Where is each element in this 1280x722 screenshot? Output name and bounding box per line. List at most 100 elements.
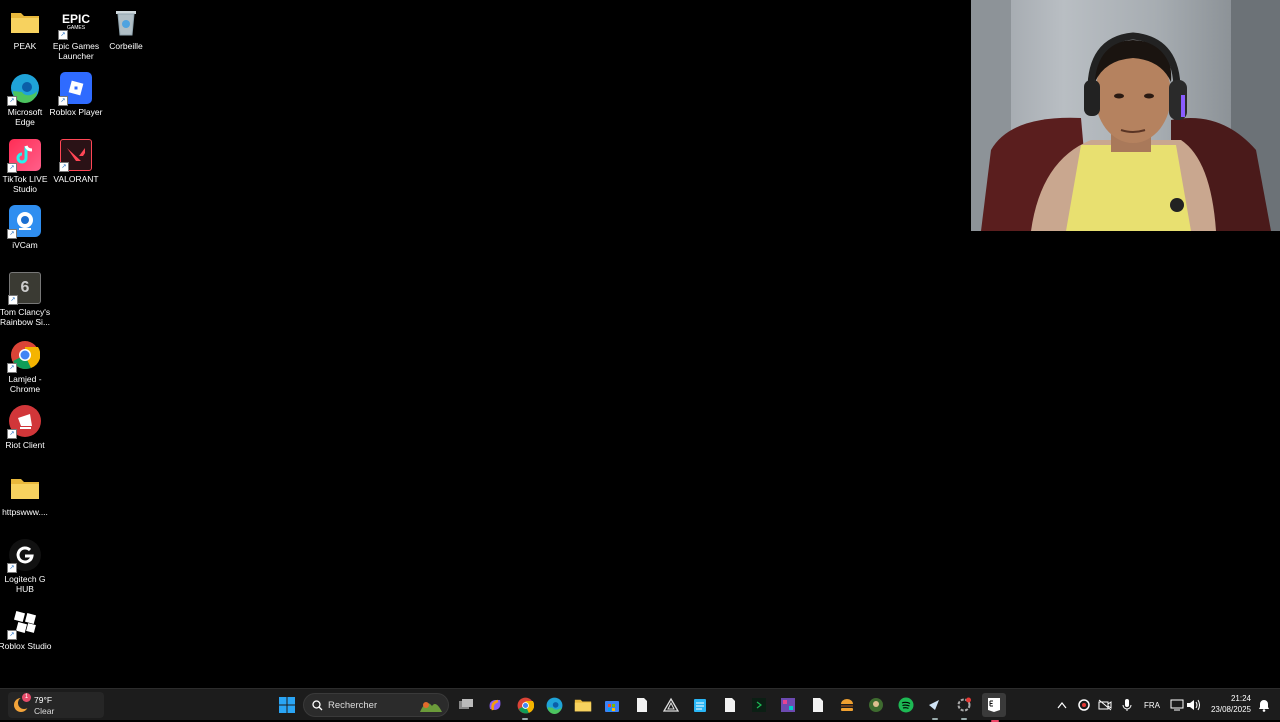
desktop-icon-label: Roblox Studio — [0, 641, 52, 651]
network-icon — [1170, 699, 1184, 711]
roblox-player-icon: ↗ — [58, 72, 92, 106]
shortcut-arrow-icon: ↗ — [7, 630, 17, 640]
tiktok-icon: ↗ — [7, 139, 41, 173]
tray-volume[interactable] — [1183, 695, 1203, 715]
desktop-icon-label: TikTok LIVE Studio — [2, 174, 48, 194]
desktop-icon-riot-client[interactable]: ↗ Riot Client — [0, 405, 50, 450]
desktop-icon-rainbow-six[interactable]: 6 ↗ Tom Clancy's Rainbow Si... — [0, 272, 50, 327]
copilot-icon — [489, 699, 501, 711]
desktop-icon-ivcam[interactable]: ↗ iVCam — [0, 205, 50, 250]
valorant-icon: ↗ — [59, 139, 92, 172]
taskbar-file-3[interactable] — [808, 695, 828, 715]
desktop-icon-label: Corbeille — [109, 41, 143, 51]
taskbar-file-2[interactable] — [720, 695, 740, 715]
shortcut-arrow-icon: ↗ — [7, 163, 17, 173]
shortcut-arrow-icon: ↗ — [7, 229, 17, 239]
tray-clock[interactable]: 21:24 23/08/2025 — [1205, 693, 1255, 717]
epic-games-icon — [988, 698, 1000, 712]
character-app-icon — [869, 698, 883, 712]
desktop-icon-httpswww[interactable]: httpswww.... — [0, 472, 50, 517]
settings-gear-icon — [957, 697, 971, 712]
epic-games-icon: EPIC GAMES ↗ — [58, 6, 92, 40]
ivcam-icon: ↗ — [7, 205, 41, 239]
microphone-icon — [1122, 699, 1132, 711]
edge-icon — [546, 697, 562, 714]
notifications-button[interactable] — [1254, 695, 1274, 715]
terminal-icon — [752, 698, 766, 712]
edge-icon: ↗ — [7, 72, 41, 106]
chrome-icon — [517, 697, 534, 713]
taskbar-terminal[interactable] — [749, 695, 769, 715]
task-view-icon — [459, 699, 473, 709]
spotify-icon — [898, 697, 914, 713]
search-icon — [312, 700, 323, 711]
taskbar-spotify[interactable] — [896, 695, 916, 715]
volume-icon — [1187, 699, 1200, 711]
taskbar-app-triangle[interactable] — [661, 695, 681, 715]
desktop-icon-label: Logitech G HUB — [4, 574, 46, 594]
steam-icon — [929, 700, 939, 710]
document-icon — [725, 698, 735, 712]
tray-riot-icon[interactable] — [1074, 695, 1094, 715]
desktop-icon-valorant[interactable]: ↗ VALORANT — [51, 139, 101, 184]
document-icon — [813, 698, 823, 712]
webcam-overlay — [971, 0, 1280, 231]
desktop-icon-roblox-player[interactable]: ↗ Roblox Player — [50, 72, 102, 117]
chevron-up-icon — [1057, 702, 1067, 709]
desktop-icon-edge[interactable]: ↗ Microsoft Edge — [0, 72, 50, 127]
weather-condition: Clear — [34, 706, 55, 716]
taskbar-notepad[interactable] — [690, 695, 710, 715]
rainbow-six-icon: 6 ↗ — [8, 272, 41, 305]
taskbar-file-explorer[interactable] — [573, 695, 593, 715]
shortcut-arrow-icon: ↗ — [7, 96, 17, 106]
bell-icon — [1259, 699, 1269, 712]
tray-date: 23/08/2025 — [1210, 705, 1251, 714]
desktop-icon-tiktok-live-studio[interactable]: ↗ TikTok LIVE Studio — [0, 139, 50, 194]
taskbar-edge[interactable] — [544, 695, 564, 715]
taskbar-steam[interactable] — [925, 695, 945, 720]
desktop-icon-label: Lamjed - Chrome — [8, 374, 42, 394]
desktop-icon-epic-games[interactable]: EPIC GAMES ↗ Epic Games Launcher — [51, 6, 101, 61]
shortcut-arrow-icon: ↗ — [59, 162, 69, 172]
search-box[interactable]: Rechercher — [303, 693, 449, 717]
desktop-icon-label: Microsoft Edge — [7, 107, 43, 127]
shortcut-arrow-icon: ↗ — [7, 563, 17, 573]
folder-icon — [574, 699, 592, 712]
start-button[interactable] — [277, 695, 297, 715]
shortcut-arrow-icon: ↗ — [7, 363, 17, 373]
taskbar-chrome[interactable] — [515, 695, 535, 720]
taskbar-riot-client[interactable] — [954, 695, 974, 720]
taskbar-epic-games[interactable] — [982, 693, 1006, 722]
desktop-icon-corbeille[interactable]: Corbeille — [101, 6, 151, 51]
tray-overflow-button[interactable] — [1052, 695, 1072, 715]
shortcut-arrow-icon: ↗ — [7, 429, 17, 439]
epic-logo-text: EPIC — [61, 12, 90, 26]
windows-logo-icon — [279, 697, 295, 713]
desktop-icon-chrome[interactable]: ↗ Lamjed - Chrome — [0, 339, 50, 394]
folder-icon — [9, 472, 41, 504]
tray-microphone[interactable] — [1117, 695, 1137, 715]
tray-language[interactable]: FRA — [1144, 701, 1160, 710]
weather-badge: 1 — [22, 693, 31, 702]
desktop-icon-roblox-studio[interactable]: ↗ Roblox Studio — [0, 606, 52, 651]
store-icon — [605, 701, 619, 712]
folder-icon — [9, 6, 41, 38]
riot-client-icon: ↗ — [7, 405, 41, 439]
notepad-icon — [694, 699, 706, 712]
weather-widget[interactable]: 1 79°F Clear — [8, 692, 104, 718]
desktop-icon-label: PEAK — [13, 41, 37, 51]
taskbar-file-1[interactable] — [632, 695, 652, 715]
desktop-icon-label: httpswww.... — [2, 507, 48, 517]
desktop-icon-logitech-g-hub[interactable]: ↗ Logitech G HUB — [0, 539, 50, 594]
taskbar-burger-app[interactable] — [837, 695, 857, 715]
tray-camera-off-icon[interactable] — [1095, 695, 1115, 715]
copilot-button[interactable] — [485, 695, 505, 715]
taskbar-game-app[interactable] — [778, 695, 798, 715]
taskbar-character-app[interactable] — [866, 695, 886, 715]
taskbar-store[interactable] — [602, 695, 622, 715]
triangle-app-icon — [663, 697, 679, 712]
game-app-icon — [781, 698, 795, 712]
desktop-icon-peak[interactable]: PEAK — [0, 6, 50, 51]
task-view-button[interactable] — [456, 695, 476, 715]
camera-off-icon — [1098, 699, 1112, 711]
